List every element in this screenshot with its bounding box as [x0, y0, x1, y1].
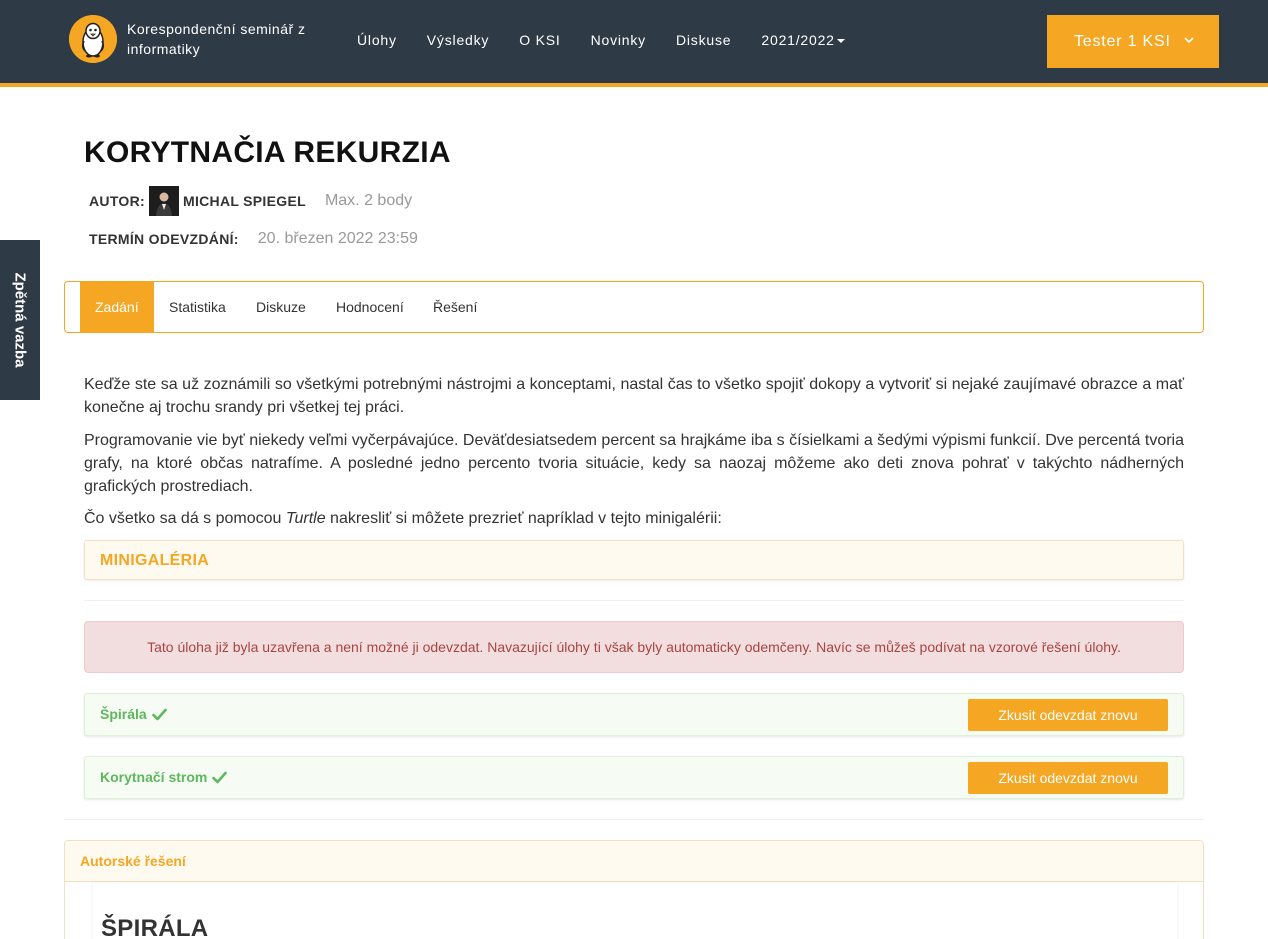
caret-down-icon	[836, 39, 845, 44]
main-nav: Úlohy Výsledky O KSI Novinky Diskuse 202…	[342, 25, 860, 55]
deadline-value: 20. březen 2022 23:59	[257, 230, 418, 247]
module-name-label: Korytnačí strom	[100, 769, 208, 785]
brand-link[interactable]: Korespondenční seminář z informatiky	[69, 15, 317, 63]
deadline-row: TERMÍN ODEVZDÁNÍ: 20. březen 2022 23:59	[89, 230, 418, 248]
solution-content: ŠPIRÁLA	[93, 883, 1177, 939]
page-title: KORYTNAČIA REKURZIA	[84, 136, 451, 169]
module-title: Špirála	[100, 706, 167, 722]
divider	[64, 819, 1204, 820]
module-title: Korytnačí strom	[100, 769, 228, 785]
nav-link-vysledky[interactable]: Výsledky	[412, 25, 504, 55]
minigallery-title[interactable]: MINIGALÉRIA	[100, 552, 209, 570]
author-row: AUTOR: MICHAL SPIEGEL Max. 2 body	[89, 186, 412, 216]
top-navbar: Korespondenční seminář z informatiky Úlo…	[0, 0, 1268, 83]
author-avatar	[148, 186, 179, 216]
tab-statistika[interactable]: Statistika	[154, 282, 241, 332]
nav-link-o-ksi[interactable]: O KSI	[504, 25, 575, 55]
max-points: Max. 2 body	[324, 192, 413, 209]
year-dropdown-label: 2021/2022	[761, 32, 835, 48]
intro-paragraph-2: Programovanie vie byť niekedy veľmi vyče…	[84, 432, 1184, 495]
chevron-down-icon	[1184, 37, 1194, 44]
author-label: AUTOR:	[89, 193, 145, 209]
nav-link-ulohy[interactable]: Úlohy	[342, 25, 412, 55]
author-solution-header[interactable]: Autorské řešení	[65, 841, 1203, 882]
closed-task-alert: Tato úloha již byla uzavřena a není možn…	[84, 621, 1184, 673]
tab-hodnoceni[interactable]: Hodnocení	[321, 282, 419, 332]
solution-section-title: ŠPIRÁLA	[101, 915, 209, 939]
intro-paragraph-1: Keďže ste sa už zoznámili so všetkými po…	[84, 376, 1184, 416]
module-name-label: Špirála	[100, 706, 147, 722]
nav-link-novinky[interactable]: Novinky	[576, 25, 661, 55]
deadline-label: TERMÍN ODEVZDÁNÍ:	[89, 231, 239, 247]
check-icon	[212, 771, 228, 783]
module-spirala: Špirála Zkusit odevzdat znovu	[84, 693, 1184, 736]
task-tabs: Zadání Statistika Diskuze Hodnocení Řeše…	[64, 281, 1204, 333]
penguin-logo-icon	[69, 15, 117, 63]
navbar-accent-bar	[0, 83, 1268, 87]
year-dropdown[interactable]: 2021/2022	[746, 25, 859, 55]
check-icon	[151, 708, 167, 720]
user-menu-button[interactable]: Tester 1 KSI	[1047, 15, 1219, 68]
tab-zadani[interactable]: Zadání	[80, 282, 154, 332]
turtle-term: Turtle	[285, 510, 326, 527]
tab-reseni[interactable]: Řešení	[418, 282, 492, 332]
tab-diskuze[interactable]: Diskuze	[241, 282, 321, 332]
divider	[84, 600, 1184, 601]
brand-text: Korespondenční seminář z informatiky	[127, 21, 306, 57]
paragraph-3-text-start: Čo všetko sa dá s pomocou	[84, 510, 286, 527]
feedback-tab[interactable]: Zpětná vazba	[0, 240, 40, 400]
module-korytnaci-strom: Korytnačí strom Zkusit odevzdat znovu	[84, 756, 1184, 799]
paragraph-3-text-end: nakresliť si môžete prezrieť napríklad v…	[325, 510, 722, 527]
intro-paragraph-3: Čo všetko sa dá s pomocou Turtle nakresl…	[84, 507, 1184, 530]
retry-submit-button[interactable]: Zkusit odevzdat znovu	[968, 699, 1168, 731]
minigallery-panel[interactable]: MINIGALÉRIA	[84, 540, 1184, 580]
retry-submit-button[interactable]: Zkusit odevzdat znovu	[968, 762, 1168, 794]
author-solution-panel: Autorské řešení ŠPIRÁLA	[64, 840, 1204, 939]
author-name[interactable]: MICHAL SPIEGEL	[183, 193, 306, 209]
nav-link-diskuse[interactable]: Diskuse	[661, 25, 746, 55]
feedback-tab-label: Zpětná vazba	[11, 272, 29, 368]
user-menu-label: Tester 1 KSI	[1074, 32, 1171, 50]
